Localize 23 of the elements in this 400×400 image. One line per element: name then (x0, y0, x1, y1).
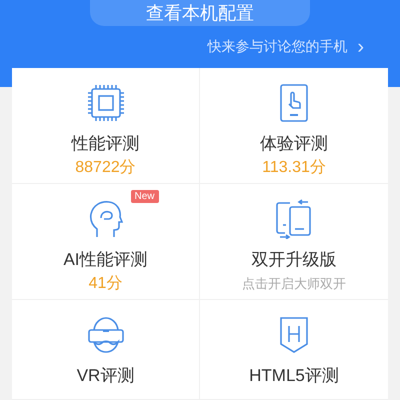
test-tile[interactable]: 体验评测 113.31分 (200, 68, 388, 184)
tile-title: 双开升级版 (252, 249, 336, 271)
new-badge: New (130, 190, 159, 203)
chip-icon (86, 84, 124, 122)
dual-phones-icon (276, 199, 312, 239)
tile-score: 113.31分 (262, 158, 326, 178)
shield-h-icon (279, 316, 309, 354)
test-tile[interactable]: 双开升级版 点击开启大师双开 (200, 184, 388, 300)
test-tile[interactable]: VR评测 (12, 300, 200, 400)
tile-score: 41分 (88, 274, 122, 294)
vr-headset-icon (88, 316, 124, 354)
test-tile[interactable]: HTML5评测 (200, 300, 388, 400)
tile-title: 性能评测 (72, 133, 140, 155)
tablet-touch-icon (280, 84, 308, 122)
tile-subtitle: 点击开启大师双开 (242, 275, 346, 293)
test-tile[interactable]: New AI性能评测 41分 (12, 184, 200, 300)
test-tile[interactable]: 性能评测 88722分 (12, 68, 200, 184)
head-icon (88, 200, 122, 238)
tile-title: 体验评测 (260, 133, 328, 155)
tile-score: 88722分 (75, 158, 136, 178)
tile-title: VR评测 (76, 365, 134, 387)
tile-title: AI性能评测 (63, 249, 148, 271)
tile-title: HTML5评测 (249, 365, 339, 387)
